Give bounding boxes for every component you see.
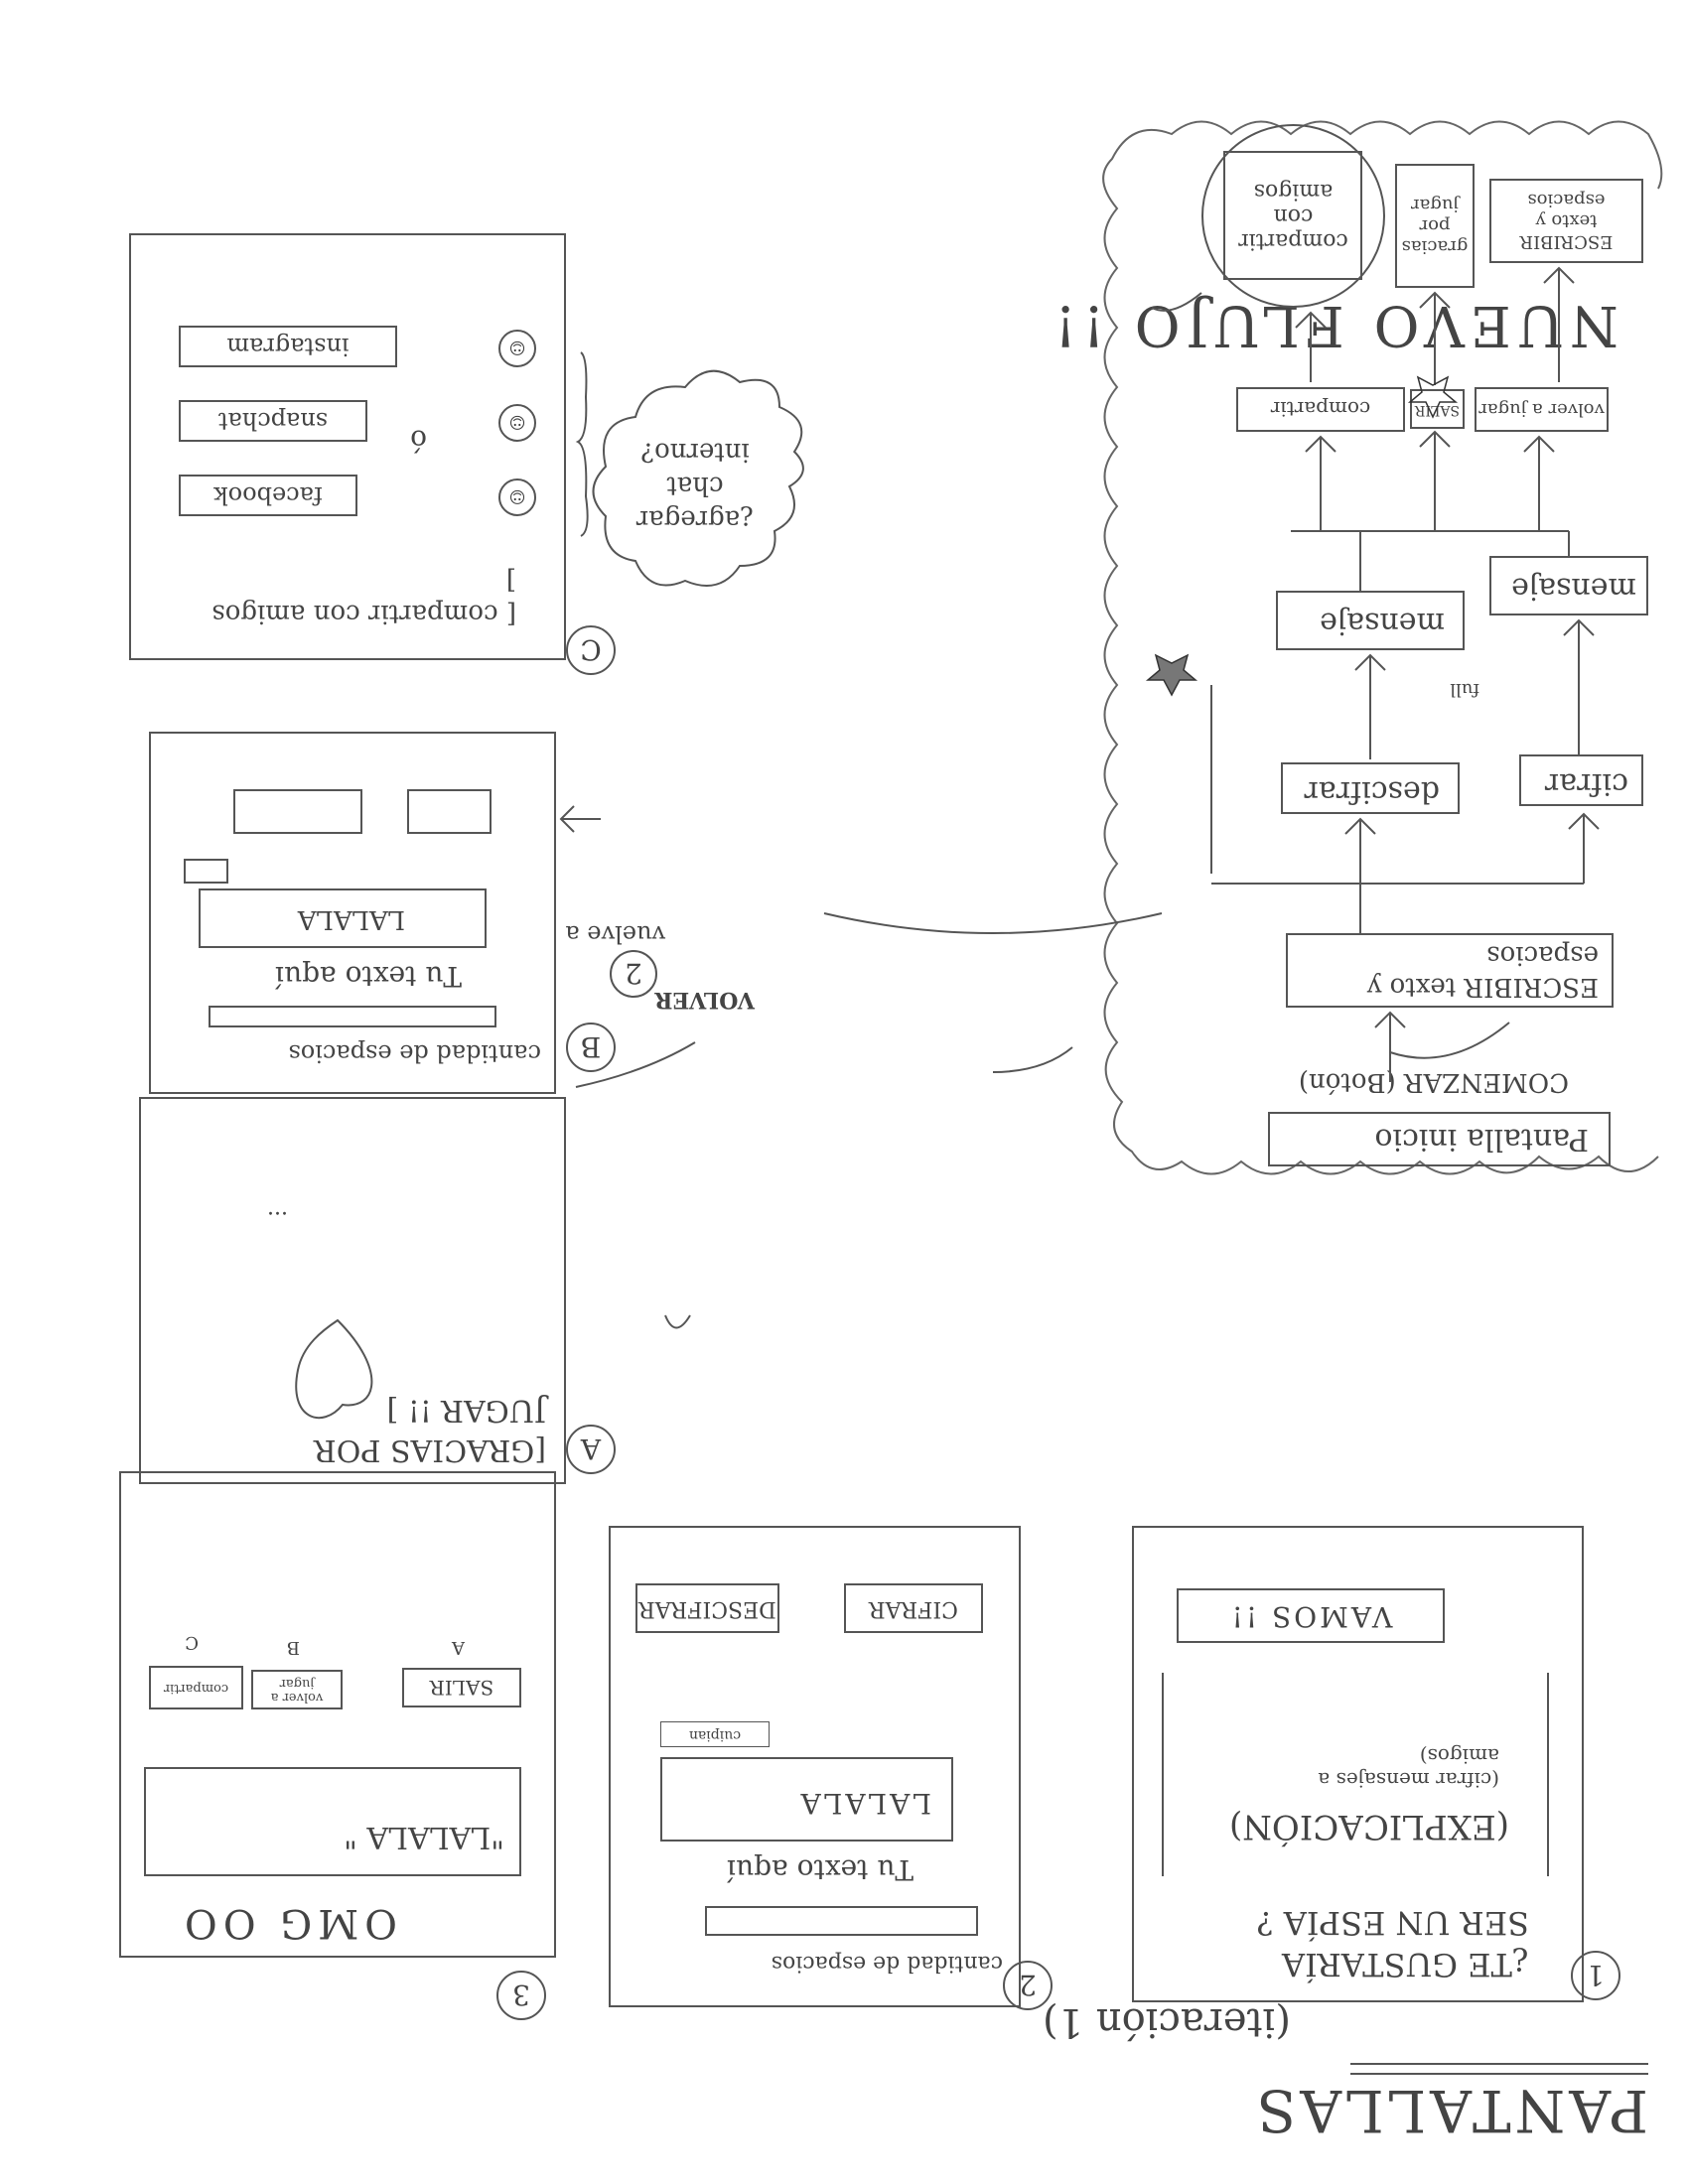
cloud-text: ¿agregar chat interno? [635,437,755,534]
sketch-sheet: PANTALLAS (iteración 1) 1 ¿TE GUSTARÍA S… [0,0,1688,2184]
screen-c-cloud-text: ¿agregar chat interno? [621,435,770,536]
screen-c-cloud [575,351,804,587]
